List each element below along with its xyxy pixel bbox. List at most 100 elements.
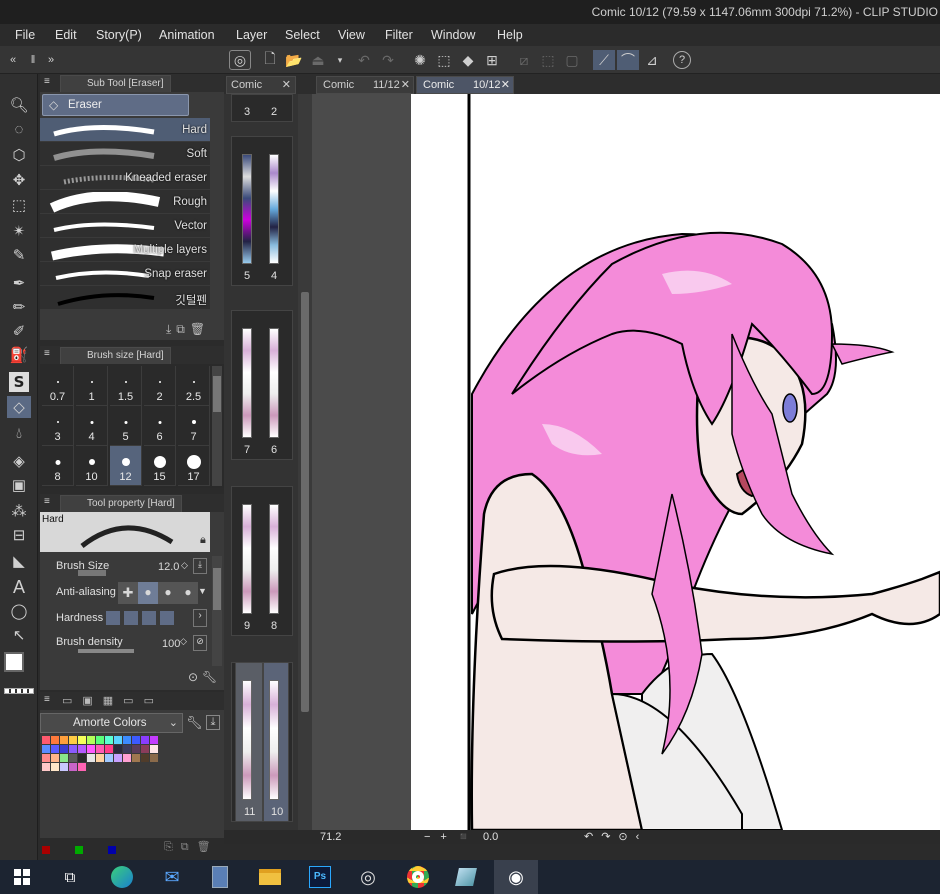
task-view-icon[interactable]: ⧉ (48, 860, 92, 894)
brush-size-preset[interactable]: 10 (76, 446, 108, 486)
menu-window[interactable]: Window (431, 28, 475, 42)
show-selection-icon[interactable]: ▢ (561, 50, 583, 70)
magic-wand-icon[interactable]: ✴ (7, 220, 31, 242)
scroll-thumb[interactable] (213, 568, 221, 610)
undo-icon[interactable]: ↶ (353, 50, 375, 70)
page-thumbnail[interactable] (269, 504, 279, 614)
eyedropper-icon[interactable]: ✎ (7, 244, 31, 266)
wrench-icon[interactable]: 🔧︎ (186, 715, 203, 731)
menu-file[interactable]: File (15, 28, 35, 42)
hardness-step-1[interactable] (106, 611, 120, 625)
zoom-icon[interactable]: 🔍︎ (7, 94, 31, 116)
menu-help[interactable]: Help (497, 28, 523, 42)
close-icon[interactable]: ✕ (501, 78, 510, 91)
color-swatch[interactable] (141, 736, 149, 744)
color-swatch[interactable] (51, 763, 59, 771)
tab-comic-10[interactable]: Comic 10/12 ✕ (416, 76, 514, 94)
color-swatch[interactable] (78, 736, 86, 744)
panel-collapse-icon[interactable]: « (2, 50, 24, 70)
color-swatch[interactable] (108, 846, 116, 854)
correct-line-icon[interactable]: ↖ (7, 624, 31, 646)
brush-size-preset[interactable]: 2 (144, 366, 176, 406)
menu-select[interactable]: Select (285, 28, 320, 42)
selection-icon[interactable]: ⬚ (7, 194, 31, 216)
menu-icon[interactable]: ≡ (44, 76, 50, 87)
chrome-icon[interactable] (396, 860, 440, 894)
color-swatch[interactable] (78, 754, 86, 762)
antialias-weak-icon[interactable]: ● (138, 582, 158, 604)
colorset-select[interactable]: Amorte Colors ⌄ (40, 713, 183, 733)
color-swatch[interactable] (141, 754, 149, 762)
color-swatch[interactable] (114, 745, 122, 753)
main-color-swatch[interactable] (4, 652, 24, 672)
color-swatch[interactable] (75, 846, 83, 854)
page-thumbnail[interactable] (269, 680, 279, 800)
windows-start-icon[interactable] (0, 860, 44, 894)
toolprop-tab[interactable]: Tool property [Hard] (60, 495, 182, 512)
color-swatch[interactable] (105, 736, 113, 744)
tab-comic-11[interactable]: Comic 11/12 ✕ (316, 76, 414, 94)
menu-view[interactable]: View (338, 28, 365, 42)
brush-size-preset[interactable]: 17 (178, 446, 210, 486)
brush-size-preset[interactable]: 3 (42, 406, 74, 446)
file-explorer-icon[interactable] (248, 860, 292, 894)
color-swatch[interactable] (69, 736, 77, 744)
menu-icon[interactable]: ≡ (44, 348, 50, 359)
page-spread[interactable] (231, 310, 293, 460)
brush-size-preset[interactable]: 1.5 (110, 366, 142, 406)
object-icon[interactable]: ⬡ (7, 144, 31, 166)
color-swatch[interactable] (150, 736, 158, 744)
balloon-icon[interactable]: ◯ (7, 600, 31, 622)
subtool-item[interactable]: Multiple layers (40, 238, 210, 262)
brush-size-preset[interactable]: 2.5 (178, 366, 210, 406)
color-swatch[interactable] (96, 745, 104, 753)
brush-size-preset[interactable]: 5 (110, 406, 142, 446)
color-swatch[interactable] (87, 754, 95, 762)
color-swatch[interactable] (132, 736, 140, 744)
color-swatch[interactable] (132, 754, 140, 762)
toolprop-scrollbar[interactable] (212, 556, 222, 666)
brush-density-value[interactable]: 100 (162, 638, 180, 650)
open-file-icon[interactable]: 📂 (283, 50, 305, 70)
antialias-medium-icon[interactable]: ● (158, 582, 178, 604)
save-dropdown-icon[interactable]: ▾ (329, 50, 351, 70)
page-spread[interactable] (231, 486, 293, 636)
color-swatch[interactable] (51, 754, 59, 762)
scroll-thumb[interactable] (301, 292, 309, 712)
subtool-item[interactable]: Soft (40, 142, 210, 166)
menu-icon[interactable]: ≡ (44, 496, 50, 507)
color-swatch[interactable] (150, 745, 158, 753)
brush-size-preset[interactable]: 6 (144, 406, 176, 446)
page-thumbnail[interactable] (242, 680, 252, 800)
hardness-step-4[interactable] (160, 611, 174, 625)
snap-grid-icon[interactable]: ⊿ (641, 50, 663, 70)
menu-story[interactable]: Story(P) (96, 28, 142, 42)
hardness-step-3[interactable] (142, 611, 156, 625)
edge-icon[interactable] (100, 860, 144, 894)
fill-icon[interactable]: ◆ (457, 50, 479, 70)
subtool-item[interactable]: Vector (40, 214, 210, 238)
colorset-footer-icons[interactable]: ⎘⧉🗑︎ (164, 840, 219, 854)
blend-icon[interactable]: 💧︎ (7, 422, 31, 444)
move-icon[interactable]: ✥ (7, 169, 31, 191)
airbrush-icon[interactable]: ⛽ (7, 344, 31, 366)
clip-studio-icon[interactable]: ◎ (229, 50, 251, 70)
color-swatch[interactable] (96, 736, 104, 744)
color-swatch[interactable] (42, 763, 50, 771)
text-icon[interactable]: A (7, 576, 31, 598)
app-icon[interactable] (444, 860, 488, 894)
subtool-item[interactable]: Rough (40, 190, 210, 214)
stepper-icon[interactable]: ◇ (181, 560, 188, 571)
color-swatch[interactable] (69, 745, 77, 753)
color-swatch[interactable] (42, 745, 50, 753)
save-icon[interactable]: ⏏ (307, 50, 329, 70)
mail-icon[interactable]: ✉ (150, 860, 194, 894)
color-swatch[interactable] (87, 745, 95, 753)
color-swatch[interactable] (60, 736, 68, 744)
frame-border-icon[interactable]: ⊟ (7, 524, 31, 546)
brush-size-preset[interactable]: 8 (42, 446, 74, 486)
color-swatch[interactable] (114, 754, 122, 762)
pressure-settings-icon[interactable]: ⊘ (193, 635, 207, 651)
page-spread[interactable] (231, 136, 293, 286)
redo-icon[interactable]: ↷ (377, 50, 399, 70)
